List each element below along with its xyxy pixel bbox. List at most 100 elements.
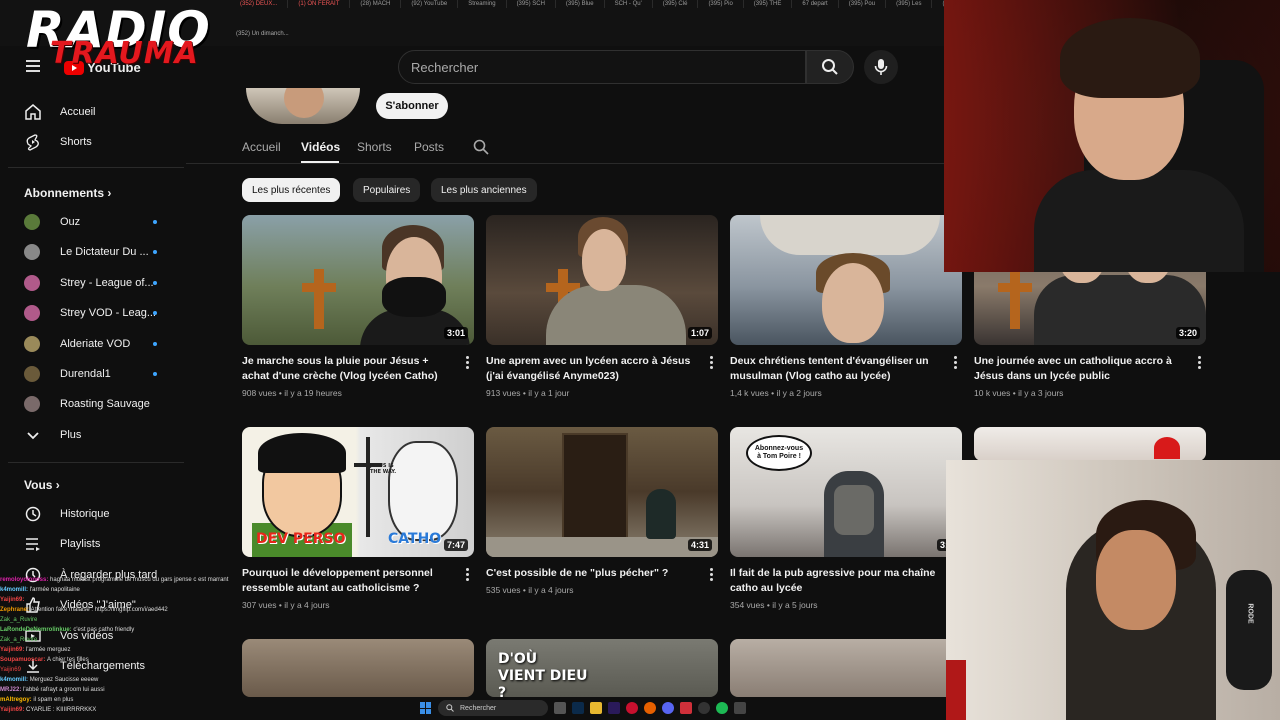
more-options-icon[interactable] (954, 356, 958, 369)
more-options-icon[interactable] (466, 356, 470, 369)
opera-icon[interactable] (626, 702, 638, 714)
video-thumbnail[interactable]: JESUS IS THE WAY. DEV PERSO CATHO 7:47 (242, 427, 474, 557)
taskbar-search[interactable]: Rechercher (438, 700, 548, 716)
video-title[interactable]: Deux chrétiens tentent d'évangéliser un … (730, 354, 942, 384)
subscriptions-heading[interactable]: Abonnements › (24, 186, 111, 200)
chat-message: k4momill: Merguez Saucisse eeeew (0, 675, 240, 685)
video-thumbnail[interactable]: D'OÙ VIENT DIEU ? (486, 639, 718, 697)
nvidia-icon[interactable] (734, 702, 746, 714)
sidebar-item-label: Shorts (60, 136, 92, 148)
search-icon (473, 139, 489, 155)
sidebar-subscription-item[interactable]: Ouz (0, 207, 186, 237)
sidebar-subscription-item[interactable]: Roasting Sauvage (0, 389, 186, 419)
browser-tab[interactable]: SCH - Qu' (605, 0, 653, 8)
video-title[interactable]: C'est possible de ne "plus pécher" ? (486, 566, 698, 581)
tab-vidéos[interactable]: Vidéos (301, 140, 340, 154)
video-thumbnail[interactable] (242, 639, 474, 697)
video-card[interactable]: 3:01 Je marche sous la pluie pour Jésus +… (242, 215, 474, 398)
tab-shorts[interactable]: Shorts (357, 140, 392, 154)
channel-search-button[interactable] (473, 139, 489, 160)
browser-tab[interactable]: Streaming (458, 0, 507, 8)
video-card[interactable] (730, 639, 962, 697)
video-title[interactable]: Il fait de la pub agressive pour ma chaî… (730, 566, 942, 596)
tab-posts[interactable]: Posts (414, 140, 444, 154)
steam-icon[interactable] (698, 702, 710, 714)
more-options-icon[interactable] (466, 568, 470, 581)
video-card[interactable]: Deux chrétiens tentent d'évangéliser un … (730, 215, 962, 398)
file-explorer-icon[interactable] (590, 702, 602, 714)
more-options-icon[interactable] (1198, 356, 1202, 369)
video-card[interactable]: JESUS IS THE WAY. DEV PERSO CATHO 7:47 Pourq… (242, 427, 474, 610)
sidebar-item-label: Strey VOD - Leag... (60, 307, 156, 320)
browser-tabstrip[interactable]: (352) DEUX... (1) ON FERAIT (28) MACH (92) … (230, 0, 944, 8)
video-card[interactable] (242, 639, 474, 697)
task-view-icon[interactable] (554, 702, 566, 714)
browser-tab[interactable]: (28) MACH (350, 0, 402, 8)
browser-tab[interactable]: (395) Les (886, 0, 933, 8)
video-card[interactable]: D'OÙ VIENT DIEU ? (486, 639, 718, 697)
microphone (1226, 570, 1272, 690)
spotify-icon[interactable] (716, 702, 728, 714)
channel-avatar[interactable] (246, 88, 360, 124)
video-card[interactable] (974, 427, 1206, 461)
browser-tab[interactable]: (395) SCH (507, 0, 556, 8)
firefox-icon[interactable] (644, 702, 656, 714)
more-options-icon[interactable] (710, 568, 714, 581)
video-title[interactable]: Une journée avec un catholique accro à J… (974, 354, 1186, 384)
tab-accueil[interactable]: Accueil (242, 140, 281, 154)
browser-tab[interactable]: (395) Blue (556, 0, 605, 8)
browser-tab[interactable]: (352) DEUX... (230, 0, 289, 8)
browser-tab[interactable]: (92) YouTube (401, 0, 459, 8)
chat-username: Soupamuoscar: (0, 657, 48, 663)
sidebar-item-playlists[interactable]: Playlists (0, 529, 186, 559)
search-input[interactable]: Rechercher (398, 50, 806, 84)
sort-chip[interactable]: Populaires (353, 178, 421, 202)
video-thumbnail[interactable]: 4:31 (486, 427, 718, 557)
sidebar-subscription-item[interactable]: Alderiate VOD (0, 329, 186, 359)
discord-icon[interactable] (662, 702, 674, 714)
browser-tab[interactable]: (395) Qui (932, 0, 944, 8)
video-card[interactable]: 4:31 C'est possible de ne "plus pécher" ?… (486, 427, 718, 595)
browser-tab[interactable]: (395) Pio (698, 0, 744, 8)
browser-tab[interactable]: (395) Pou (839, 0, 887, 8)
sidebar-subscription-item[interactable]: Durendal1 (0, 359, 186, 389)
sidebar-subscription-item[interactable]: Strey - League of... (0, 268, 186, 298)
chat-message: Zephrane: Attention fake malaise : https… (0, 605, 240, 615)
sidebar-show-more[interactable]: Plus (0, 420, 186, 450)
video-card[interactable]: 1:07 Une aprem avec un lycéen accro à Jés… (486, 215, 718, 398)
browser-status-text: (352) Un dimanch... (236, 31, 289, 37)
browser-tab[interactable]: (1) ON FERAIT (288, 0, 351, 8)
sort-chip[interactable]: Les plus anciennes (431, 178, 537, 202)
subscribe-button[interactable]: S'abonner (376, 93, 448, 119)
browser-tab[interactable]: (395) THE (744, 0, 793, 8)
windows-start-icon[interactable] (420, 702, 432, 714)
voice-search-button[interactable] (864, 50, 898, 84)
youtube-logo[interactable]: YouTube (64, 60, 141, 75)
sidebar-item-shorts[interactable]: Shorts (0, 127, 186, 157)
you-heading[interactable]: Vous › (24, 478, 60, 492)
video-thumbnail[interactable] (730, 639, 962, 697)
photoshop-icon[interactable] (572, 702, 584, 714)
search-button[interactable] (806, 50, 854, 84)
sidebar-subscription-item[interactable]: Strey VOD - Leag... (0, 298, 186, 328)
video-thumbnail[interactable]: 1:07 (486, 215, 718, 345)
video-title[interactable]: Je marche sous la pluie pour Jésus + ach… (242, 354, 454, 384)
video-thumbnail[interactable]: 3:01 (242, 215, 474, 345)
video-thumbnail[interactable] (974, 427, 1206, 461)
sidebar-item-history[interactable]: Historique (0, 499, 186, 529)
sidebar-subscription-item[interactable]: Le Dictateur Du ... (0, 237, 186, 267)
video-title[interactable]: Une aprem avec un lycéen accro à Jésus (… (486, 354, 698, 384)
chat-text: CYARLIE : KIIIIRRRRKKX (26, 707, 97, 713)
menu-icon[interactable] (26, 60, 40, 72)
video-title[interactable]: Pourquoi le développement personnel ress… (242, 566, 454, 596)
video-thumbnail[interactable]: Abonnez-vous à Tom Poire !3:3 (730, 427, 962, 557)
obs-icon[interactable] (680, 702, 692, 714)
browser-tab[interactable]: (395) Clé (653, 0, 699, 8)
browser-tab[interactable]: 67 depart (792, 0, 839, 8)
sort-chip[interactable]: Les plus récentes (242, 178, 341, 202)
video-card[interactable]: Abonnez-vous à Tom Poire !3:3 Il fait de … (730, 427, 962, 610)
premiere-icon[interactable] (608, 702, 620, 714)
more-options-icon[interactable] (710, 356, 714, 369)
sidebar-item-accueil[interactable]: Accueil (0, 97, 186, 127)
video-thumbnail[interactable] (730, 215, 962, 345)
